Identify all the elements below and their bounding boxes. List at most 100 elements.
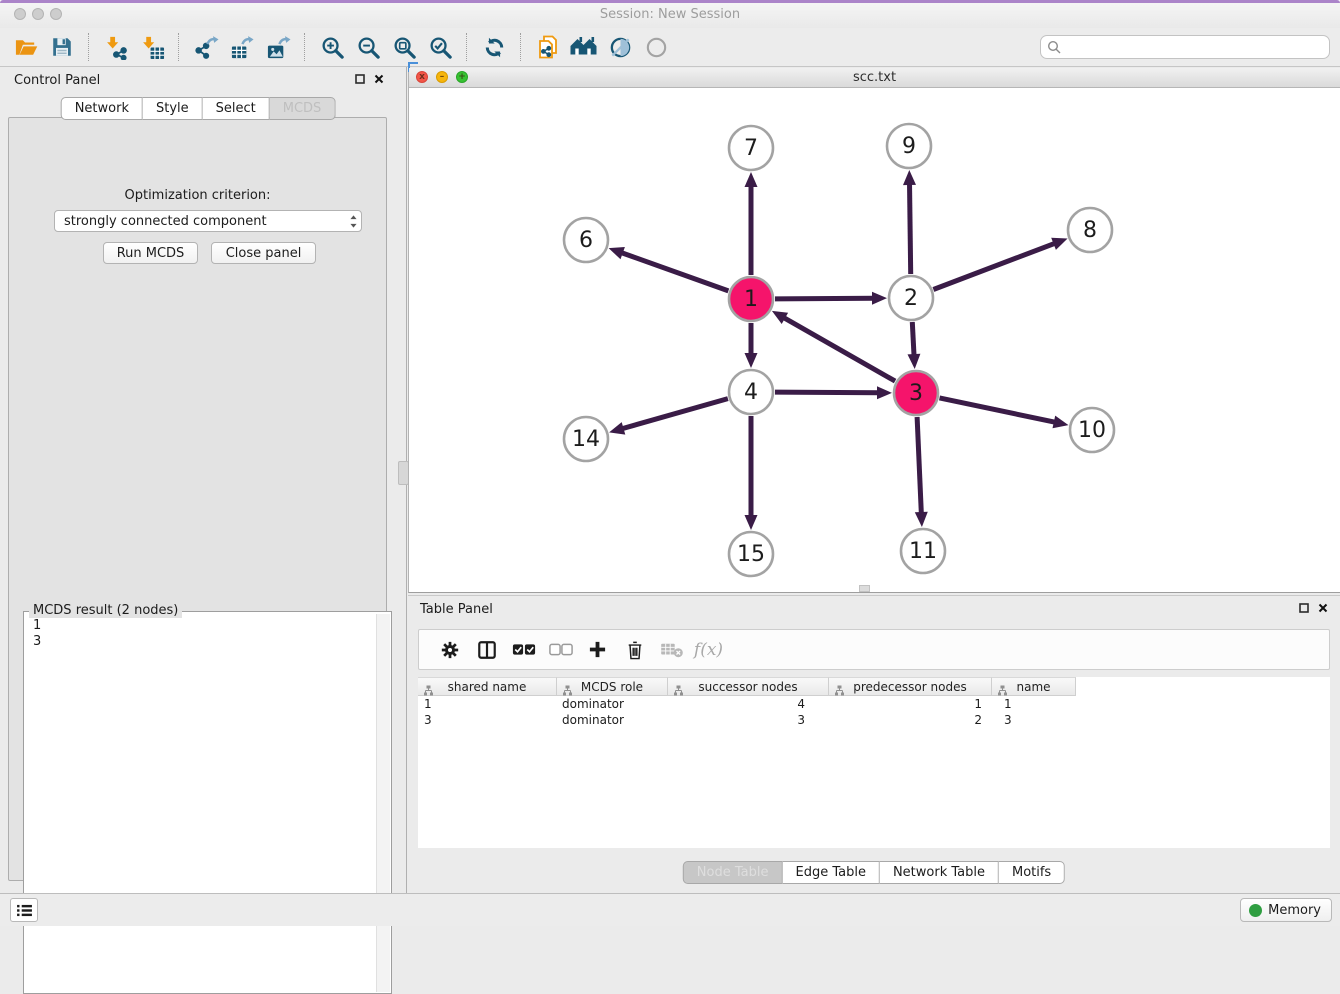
memory-status-icon <box>1249 904 1262 917</box>
import-network-icon <box>104 35 129 60</box>
delete-table-button[interactable] <box>653 633 690 667</box>
close-panel-icon[interactable] <box>374 74 384 84</box>
close-panel-icon[interactable] <box>1318 603 1328 613</box>
optimization-criterion-label: Optimization criterion: <box>9 188 386 203</box>
close-panel-button[interactable]: Close panel <box>211 242 316 264</box>
graph-node-6[interactable]: 6 <box>564 218 608 262</box>
search-box <box>1040 35 1330 59</box>
network-window-titlebar[interactable]: x – + scc.txt <box>409 68 1340 88</box>
tab-network-table[interactable]: Network Table <box>880 861 999 884</box>
column-header-MCDS-role[interactable]: MCDS role <box>557 677 668 696</box>
select-all-icon <box>512 643 536 656</box>
graph-node-15[interactable]: 15 <box>729 532 773 576</box>
graph-node-14[interactable]: 14 <box>564 417 608 461</box>
search-input[interactable] <box>1040 35 1330 59</box>
table-panel: Table Panel f(x) shared nameMCDS rol <box>408 595 1340 888</box>
svg-text:4: 4 <box>744 380 758 405</box>
graph-node-1[interactable]: 1 <box>729 277 773 321</box>
toolbar-separator <box>304 33 306 61</box>
mcds-result-title: MCDS result (2 nodes) <box>29 603 182 618</box>
zoom-in-button[interactable] <box>314 31 350 63</box>
refresh-button[interactable] <box>476 31 512 63</box>
tab-network[interactable]: Network <box>61 97 143 120</box>
graph-node-7[interactable]: 7 <box>729 126 773 170</box>
tab-style[interactable]: Style <box>143 97 203 120</box>
tab-node-table[interactable]: Node Table <box>683 861 783 884</box>
tab-select[interactable]: Select <box>203 97 270 120</box>
toolbar-separator <box>178 33 180 61</box>
trash-icon <box>626 640 644 660</box>
import-table-button[interactable] <box>134 31 170 63</box>
tab-motifs[interactable]: Motifs <box>999 861 1065 884</box>
import-network-button[interactable] <box>98 31 134 63</box>
cell-predecessor-nodes: 2 <box>829 712 992 728</box>
graph-node-8[interactable]: 8 <box>1068 208 1112 252</box>
open-session-button[interactable] <box>8 31 44 63</box>
zoom-fit-button[interactable] <box>386 31 422 63</box>
toggle-style-button[interactable] <box>602 31 638 63</box>
export-image-icon <box>266 35 291 60</box>
svg-text:8: 8 <box>1083 218 1097 243</box>
split-panel-icon <box>477 640 497 660</box>
memory-button[interactable]: Memory <box>1240 898 1332 922</box>
eye-icon <box>644 35 669 60</box>
function-builder-button[interactable]: f(x) <box>690 633 727 667</box>
add-column-button[interactable] <box>579 633 616 667</box>
split-panel-button[interactable] <box>468 633 505 667</box>
task-history-button[interactable] <box>10 898 38 922</box>
save-session-button[interactable] <box>44 31 80 63</box>
toolbar-separator <box>466 33 468 61</box>
column-header-shared-name[interactable]: shared name <box>418 677 557 696</box>
svg-text:11: 11 <box>909 539 937 564</box>
mcds-tab-content: Optimization criterion: strongly connect… <box>8 117 387 881</box>
graph-node-9[interactable]: 9 <box>887 124 931 168</box>
column-header-predecessor-nodes[interactable]: predecessor nodes <box>829 677 992 696</box>
show-hide-panel-button[interactable] <box>638 31 674 63</box>
save-floppy-icon <box>50 35 74 59</box>
control-panel-tabs: NetworkStyleSelectMCDS <box>61 97 336 120</box>
cell-MCDS-role: dominator <box>557 712 668 728</box>
export-network-button[interactable] <box>188 31 224 63</box>
export-image-button[interactable] <box>260 31 296 63</box>
tab-mcds[interactable]: MCDS <box>270 97 336 120</box>
table-row[interactable]: 1dominator411 <box>418 696 1076 712</box>
graph-node-10[interactable]: 10 <box>1070 408 1114 452</box>
graph-node-3[interactable]: 3 <box>894 371 938 415</box>
mcds-result-item: 3 <box>33 634 382 650</box>
fx-icon: f(x) <box>694 640 723 660</box>
network-canvas[interactable]: 7 9 6 8 1 2 4 3 14 10 15 11 <box>409 88 1340 592</box>
table-row[interactable]: 3dominator323 <box>418 712 1076 728</box>
control-panel: Control Panel NetworkStyleSelectMCDS Opt… <box>0 67 396 893</box>
cell-predecessor-nodes: 1 <box>829 696 992 712</box>
deselect-all-button[interactable] <box>542 633 579 667</box>
tab-edge-table[interactable]: Edge Table <box>782 861 879 884</box>
graph-node-4[interactable]: 4 <box>729 370 773 414</box>
svg-text:14: 14 <box>572 427 600 452</box>
cell-shared-name: 1 <box>418 696 557 712</box>
mcds-result-list: 13 <box>24 612 391 656</box>
svg-text:1: 1 <box>744 287 758 312</box>
float-panel-icon[interactable] <box>1299 603 1309 613</box>
export-table-button[interactable] <box>224 31 260 63</box>
show-network-home-button[interactable] <box>566 31 602 63</box>
column-header-successor-nodes[interactable]: successor nodes <box>668 677 829 696</box>
delete-table-icon <box>660 641 684 659</box>
table-settings-button[interactable] <box>431 633 468 667</box>
result-scrollbar[interactable] <box>376 614 390 992</box>
table-panel-title: Table Panel <box>420 602 493 617</box>
float-panel-icon[interactable] <box>355 74 365 84</box>
zoom-out-button[interactable] <box>350 31 386 63</box>
table-toolbar: f(x) <box>418 629 1330 670</box>
delete-column-button[interactable] <box>616 633 653 667</box>
criterion-dropdown[interactable]: strongly connected component <box>54 210 362 232</box>
run-mcds-button[interactable]: Run MCDS <box>103 242 198 264</box>
node-table-header: shared nameMCDS rolesuccessor nodesprede… <box>418 677 1076 696</box>
copy-current-network-button[interactable] <box>530 31 566 63</box>
network-splitter-grip[interactable] <box>859 585 870 592</box>
column-header-name[interactable]: name <box>992 677 1076 696</box>
zoom-selected-button[interactable] <box>422 31 458 63</box>
graph-node-11[interactable]: 11 <box>901 529 945 573</box>
network-graph[interactable]: 7 9 6 8 1 2 4 3 14 10 15 11 <box>409 88 1340 592</box>
select-all-button[interactable] <box>505 633 542 667</box>
graph-node-2[interactable]: 2 <box>889 276 933 320</box>
